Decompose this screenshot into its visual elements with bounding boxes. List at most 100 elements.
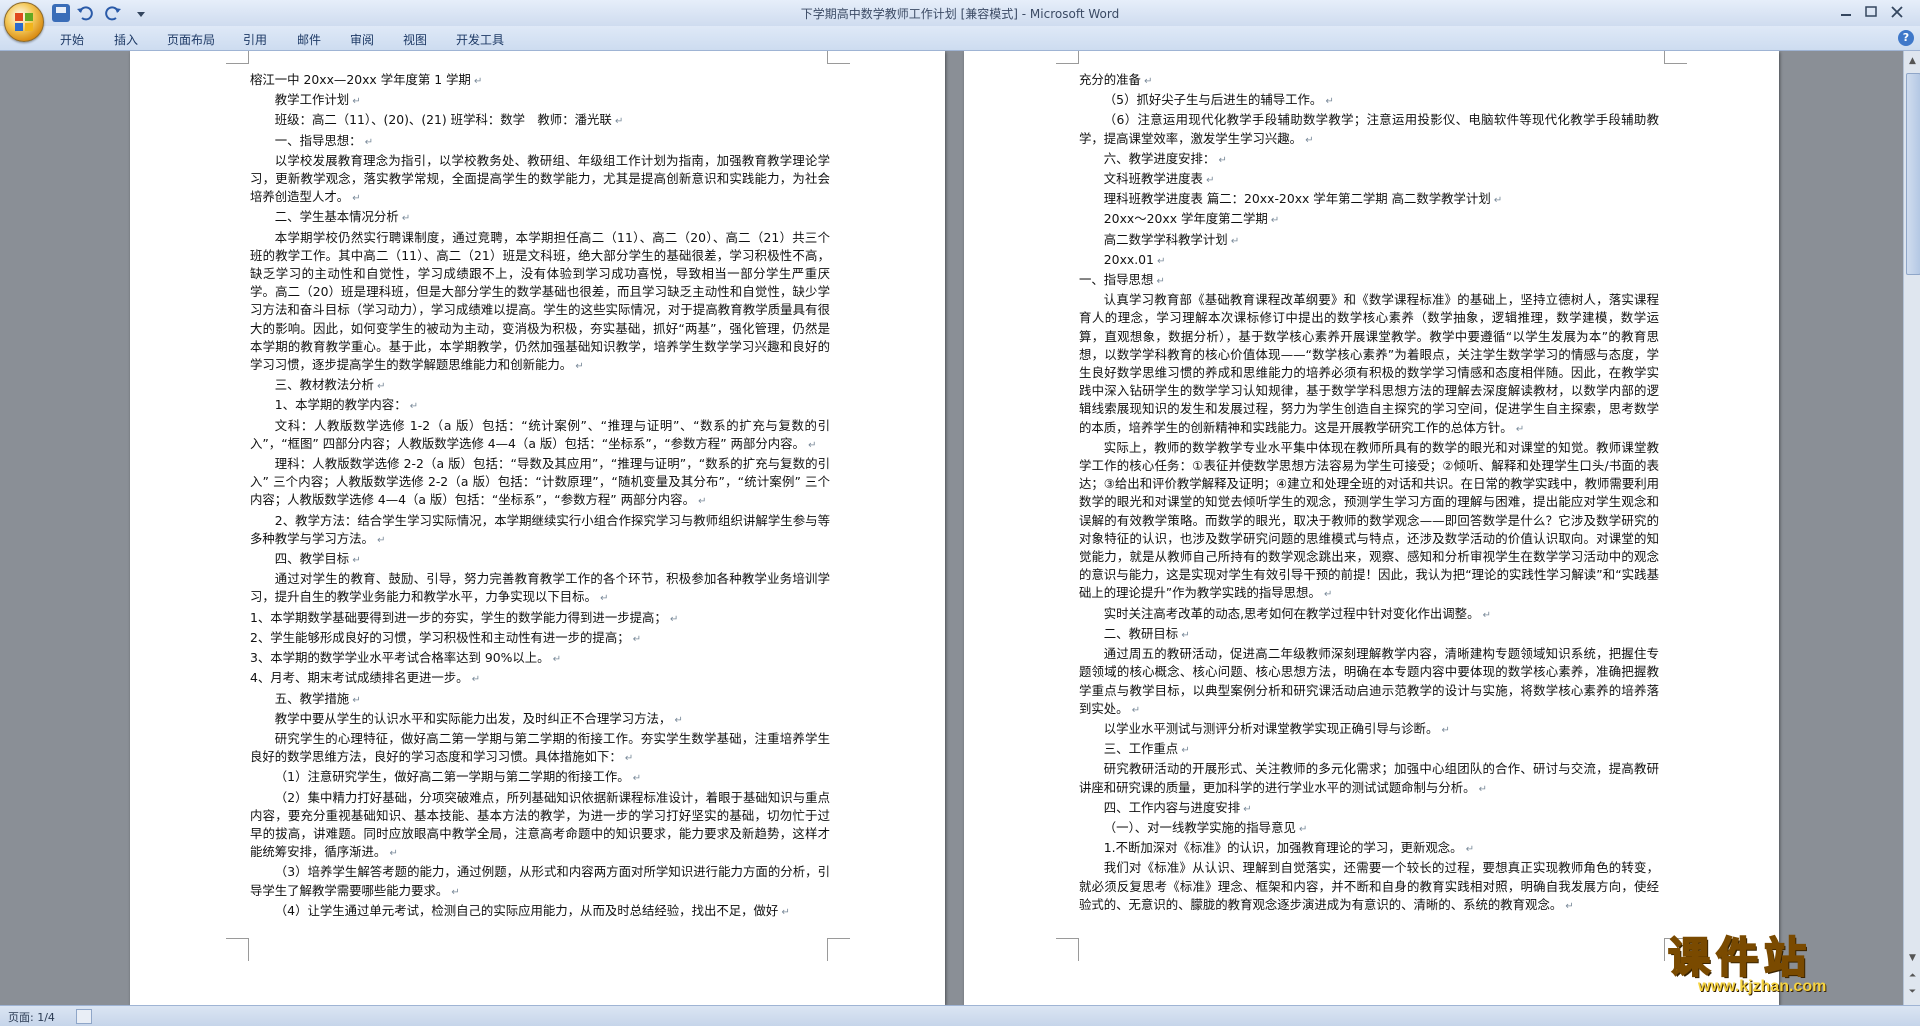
paragraph-mark-icon: ↵	[373, 534, 386, 546]
paragraph[interactable]: 理科：人教版数学选修 2-2（a 版）包括：“导数及其应用”，“推理与证明”，“…	[250, 455, 830, 512]
paragraph[interactable]: （1）注意研究学生，做好高二第一学期与第二学期的衔接工作。 ↵	[250, 768, 830, 788]
paragraph[interactable]: 二、教研目标 ↵	[1079, 625, 1659, 645]
save-icon[interactable]	[52, 4, 70, 22]
minimize-icon[interactable]	[1835, 3, 1857, 21]
page-body-text[interactable]: 榕江一中 20xx—20xx 学年度第 1 学期 ↵ 教学工作计划 ↵ 班级：高二（…	[250, 71, 830, 922]
paragraph-mark-icon: ↵	[1322, 96, 1334, 108]
paragraph[interactable]: 本学期学校仍然实行聘课制度，通过竞聘，本学期担任高二（11）、高二（20）、高二…	[250, 229, 830, 377]
paragraph[interactable]: 认真学习教育部《基础教育课程改革纲要》和《数学课程标准》的基础上，坚持立德树人，…	[1079, 291, 1659, 439]
crop-mark	[226, 51, 249, 64]
paragraph[interactable]: 教学中要从学生的认识水平和实际能力出发，及时纠正不合理学习方法， ↵	[250, 710, 830, 730]
paragraph[interactable]: （3）培养学生解答考题的能力，通过例题，从形式和内容两方面对所学知识进行能力方面…	[250, 863, 830, 901]
scroll-down-icon[interactable]: ▼	[1906, 951, 1919, 965]
paragraph[interactable]: 二、学生基本情况分析 ↵	[250, 208, 830, 228]
paragraph[interactable]: 实际上，教师的数学教学专业水平集中体现在教师所具有的数学的眼光和对课堂的知觉。教…	[1079, 439, 1659, 605]
customize-toolbar-icon[interactable]	[136, 4, 146, 22]
status-bar: 页面: 1/4	[0, 1005, 1920, 1026]
paragraph[interactable]: 三、教材教法分析 ↵	[250, 376, 830, 396]
paragraph[interactable]: 文科：人教版数学选修 1-2（a 版）包括：“统计案例”、“推理与证明”、“数系…	[250, 417, 830, 455]
window-title: 下学期高中数学教师工作计划 [兼容模式] - Microsoft Word	[800, 7, 1120, 21]
paragraph[interactable]: 充分的准备 ↵	[1079, 71, 1659, 91]
next-page-icon[interactable]: ⏷	[1906, 985, 1919, 999]
paragraph[interactable]: 榕江一中 20xx—20xx 学年度第 1 学期 ↵	[250, 71, 830, 91]
tab-page-layout[interactable]: 页面布局	[167, 31, 215, 48]
paragraph[interactable]: （5）抓好尖子生与后进生的辅导工作。 ↵	[1079, 91, 1659, 111]
tab-review[interactable]: 审阅	[350, 31, 374, 48]
undo-icon[interactable]	[76, 4, 94, 22]
paragraph-mark-icon: ↵	[549, 654, 562, 666]
proofing-icon[interactable]	[76, 1009, 92, 1024]
paragraph[interactable]: 通过对学生的教育、鼓励、引导，努力完善教育教学工作的各个环节，积极参加各种教学业…	[250, 570, 830, 608]
paragraph[interactable]: （6）注意运用现代化教学手段辅助数学教学；注意运用投影仪、电脑软件等现代化教学手…	[1079, 111, 1659, 149]
document-page-2[interactable]: 充分的准备 ↵ （5）抓好尖子生与后进生的辅导工作。 ↵ （6）注意运用现代化教学手…	[964, 51, 1779, 1005]
document-page-1[interactable]: 榕江一中 20xx—20xx 学年度第 1 学期 ↵ 教学工作计划 ↵ 班级：高二（…	[130, 51, 945, 1005]
paragraph-mark-icon: ↵	[1240, 803, 1252, 815]
watermark-logo: 课件站	[1667, 932, 1813, 983]
paragraph[interactable]: 实时关注高考改革的动态,思考如何在教学过程中针对变化作出调整。 ↵	[1079, 605, 1659, 625]
page-count-status[interactable]: 页面: 1/4	[8, 1009, 55, 1025]
paragraph[interactable]: 四、工作内容与进度安排 ↵	[1079, 799, 1659, 819]
paragraph[interactable]: 1、本学期数学基础要得到进一步的夯实，学生的数学能力得到进一步提高； ↵	[250, 609, 830, 629]
document-area[interactable]: 榕江一中 20xx—20xx 学年度第 1 学期 ↵ 教学工作计划 ↵ 班级：高二（…	[0, 51, 1903, 1005]
paragraph[interactable]: 四、教学目标 ↵	[250, 550, 830, 570]
paragraph[interactable]: 2、学生能够形成良好的习惯，学习积极性和主动性有进一步的提高； ↵	[250, 629, 830, 649]
office-button[interactable]	[4, 2, 44, 42]
paragraph-mark-icon: ↵	[349, 96, 361, 108]
paragraph-mark-icon: ↵	[386, 848, 398, 860]
paragraph[interactable]: 高二数学学科教学计划 ↵	[1079, 231, 1659, 251]
paragraph[interactable]: 班级：高二（11）、(20)、(21) 班学科：数学 教师：潘光联 ↵	[250, 111, 830, 131]
maximize-icon[interactable]	[1860, 3, 1882, 21]
paragraph[interactable]: 一、指导思想： ↵	[250, 132, 830, 152]
paragraph[interactable]: 3、本学期的数学学业水平考试合格率达到 90%以上。 ↵	[250, 649, 830, 669]
scrollbar-thumb[interactable]	[1906, 73, 1920, 275]
paragraph-mark-icon: ↵	[448, 886, 460, 898]
paragraph[interactable]: 理科班教学进度表 篇二：20xx-20xx 学年第二学期 高二数学教学计划 ↵	[1079, 190, 1659, 210]
paragraph-mark-icon: ↵	[349, 694, 361, 706]
paragraph-mark-icon: ↵	[694, 496, 707, 508]
paragraph[interactable]: 20xx～20xx 学年度第二学期 ↵	[1079, 210, 1659, 230]
paragraph[interactable]: （4）让学生通过单元考试，检测自己的实际应用能力，从而及时总结经验，找出不足，做…	[250, 902, 830, 922]
paragraph[interactable]: 1.不断加深对《标准》的认识，加强教育理论的学习，更新观念。 ↵	[1079, 839, 1659, 859]
paragraph[interactable]: 以学业水平测试与测评分析对课堂教学实现正确引导与诊断。 ↵	[1079, 720, 1659, 740]
paragraph-mark-icon: ↵	[778, 906, 790, 918]
paragraph[interactable]: 我们对《标准》从认识、理解到自觉落实，还需要一个较长的过程，要想真正实现教师角色…	[1079, 859, 1659, 916]
vertical-scrollbar[interactable]: ▲ ▼ ⏶ ⏷	[1903, 51, 1920, 1005]
paragraph[interactable]: 研究教研活动的开展形式、关注教师的多元化需求；加强中心组团队的合作、研讨与交流，…	[1079, 760, 1659, 798]
office-logo-icon	[15, 13, 33, 31]
paragraph[interactable]: 以学校发展教育理念为指引，以学校教务处、教研组、年级组工作计划为指南，加强教育教…	[250, 152, 830, 209]
paragraph[interactable]: 三、工作重点 ↵	[1079, 740, 1659, 760]
paragraph-mark-icon: ↵	[1178, 629, 1190, 641]
page-body-text[interactable]: 充分的准备 ↵ （5）抓好尖子生与后进生的辅导工作。 ↵ （6）注意运用现代化教学手…	[1079, 71, 1659, 916]
tab-references[interactable]: 引用	[243, 31, 267, 48]
paragraph[interactable]: 五、教学措施 ↵	[250, 690, 830, 710]
paragraph-mark-icon: ↵	[804, 439, 817, 451]
scroll-up-icon[interactable]: ▲	[1906, 54, 1919, 68]
paragraph[interactable]: 一、指导思想 ↵	[1079, 271, 1659, 291]
paragraph[interactable]: 教学工作计划 ↵	[250, 91, 830, 111]
paragraph[interactable]: 1、本学期的教学内容： ↵	[250, 396, 830, 416]
paragraph[interactable]: 通过周五的教研活动，促进高二年级教师深刻理解教学内容，清晰建构专题领域知识系统，…	[1079, 645, 1659, 720]
paragraph-mark-icon: ↵	[621, 753, 634, 765]
tab-view[interactable]: 视图	[403, 31, 427, 48]
paragraph[interactable]: 4、月考、期末考试成绩排名更进一步。 ↵	[250, 669, 830, 689]
paragraph-mark-icon: ↵	[468, 674, 481, 686]
paragraph[interactable]: 文科班教学进度表 ↵	[1079, 170, 1659, 190]
paragraph[interactable]: 六、教学进度安排： ↵	[1079, 150, 1659, 170]
tab-insert[interactable]: 插入	[114, 31, 138, 48]
paragraph-mark-icon: ↵	[1215, 154, 1227, 166]
close-icon[interactable]	[1886, 3, 1908, 21]
paragraph[interactable]: （2）集中精力打好基础，分项突破难点，所列基础知识依据新课程标准设计，着眼于基础…	[250, 789, 830, 864]
tab-home[interactable]: 开始	[60, 31, 84, 48]
redo-icon[interactable]	[104, 4, 122, 22]
help-icon[interactable]: ?	[1898, 30, 1914, 46]
paragraph[interactable]: 20xx.01 ↵	[1079, 251, 1659, 271]
paragraph-mark-icon: ↵	[1153, 276, 1165, 288]
paragraph[interactable]: 研究学生的心理特征，做好高二第一学期与第二学期的衔接工作。夯实学生数学基础，注重…	[250, 730, 830, 768]
tab-mailings[interactable]: 邮件	[297, 31, 321, 48]
paragraph-mark-icon: ↵	[572, 361, 584, 373]
tab-developer[interactable]: 开发工具	[456, 31, 504, 48]
previous-page-icon[interactable]: ⏶	[1906, 969, 1919, 983]
paragraph[interactable]: （一）、对一线教学实施的指导意见 ↵	[1079, 819, 1659, 839]
paragraph-mark-icon: ↵	[1295, 823, 1308, 835]
paragraph[interactable]: 2、教学方法：结合学生学习实际情况，本学期继续实行小组合作探究学习与教师组织讲解…	[250, 512, 830, 550]
